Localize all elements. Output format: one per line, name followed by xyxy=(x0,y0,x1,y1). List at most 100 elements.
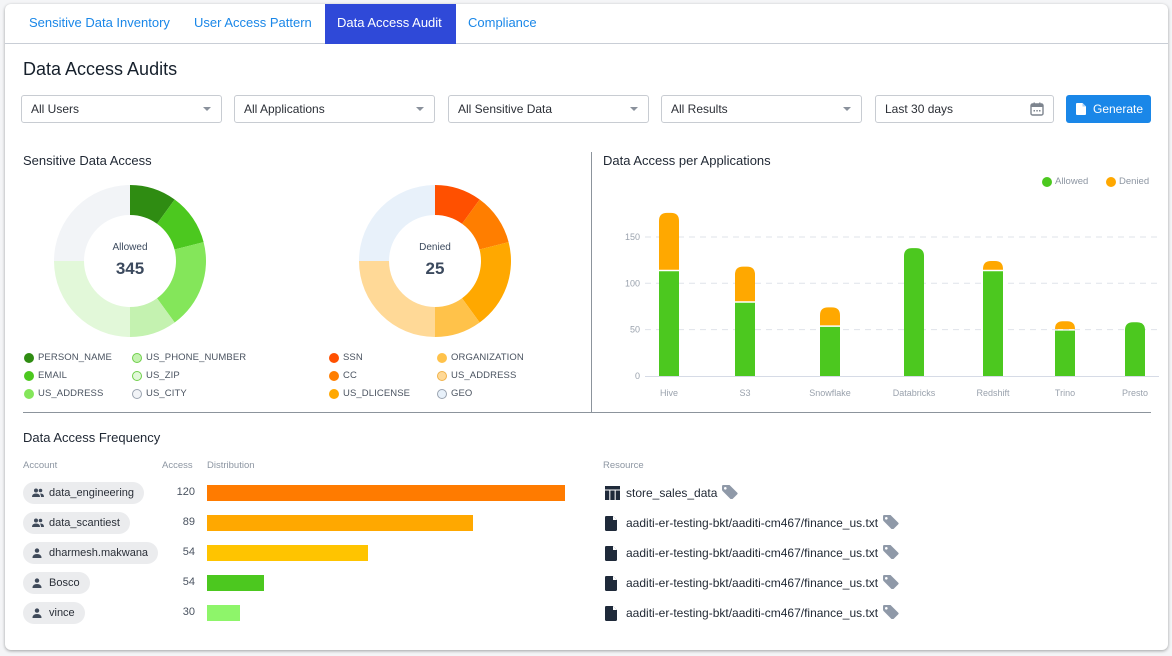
distribution-bar xyxy=(207,575,264,591)
sensitive-data-access-title: Sensitive Data Access xyxy=(23,153,152,168)
x-tick-label: Trino xyxy=(1055,388,1075,398)
bar-allowed-databricks[interactable] xyxy=(904,248,924,376)
bar-denied-hive[interactable] xyxy=(659,212,679,270)
user-icon xyxy=(32,608,42,618)
calendar-icon[interactable] xyxy=(1030,102,1044,116)
tab-compliance[interactable]: Compliance xyxy=(456,4,549,44)
y-tick-label: 150 xyxy=(625,232,640,242)
allowed-label: Allowed xyxy=(112,242,148,253)
legend-organization: ORGANIZATION xyxy=(437,352,524,364)
bar-allowed-hive[interactable] xyxy=(659,271,679,376)
bar-group-hive[interactable] xyxy=(659,212,679,376)
file-icon xyxy=(605,576,617,591)
results-select-value: All Results xyxy=(671,102,728,116)
date-range-picker[interactable]: Last 30 days xyxy=(875,95,1054,123)
bar-allowed-snowflake[interactable] xyxy=(820,326,840,376)
bar-group-s3[interactable] xyxy=(735,266,755,376)
tag-icon[interactable] xyxy=(883,575,899,590)
column-header-account: Account xyxy=(23,460,58,471)
date-range-value: Last 30 days xyxy=(885,102,954,116)
bar-allowed-presto[interactable] xyxy=(1125,322,1145,376)
legend-dot xyxy=(1042,177,1052,187)
legend-label: Allowed xyxy=(1055,176,1089,187)
document-icon xyxy=(1076,103,1086,115)
bar-denied-s3[interactable] xyxy=(735,266,755,302)
legend-label: US_PHONE_NUMBER xyxy=(146,352,247,363)
bar-group-databricks[interactable] xyxy=(904,248,924,376)
user-icon xyxy=(32,548,42,558)
tag-icon[interactable] xyxy=(883,605,899,620)
tag-icon[interactable] xyxy=(883,545,899,560)
bar-denied-redshift[interactable] xyxy=(983,261,1003,270)
tab-bar: Sensitive Data Inventory User Access Pat… xyxy=(5,4,1168,44)
bar-allowed-s3[interactable] xyxy=(735,302,755,376)
applications-select-value: All Applications xyxy=(244,102,325,116)
y-tick-label: 0 xyxy=(635,371,640,381)
tab-user-access-pattern[interactable]: User Access Pattern xyxy=(182,4,324,44)
resource-item[interactable]: aaditi-er-testing-bkt/aaditi-cm467/finan… xyxy=(605,575,899,591)
bar-allowed-trino[interactable] xyxy=(1055,330,1075,376)
y-tick-label: 50 xyxy=(630,325,640,335)
bar-group-snowflake[interactable] xyxy=(820,307,840,376)
tab-data-access-audit[interactable]: Data Access Audit xyxy=(325,4,456,44)
account-pill[interactable]: vince xyxy=(23,602,85,624)
user-icon xyxy=(32,578,42,588)
legend-dot xyxy=(437,389,447,399)
x-tick-label: Redshift xyxy=(976,388,1010,398)
legend-dot xyxy=(24,353,34,363)
sensitive-data-select[interactable]: All Sensitive Data xyxy=(448,95,649,123)
bar-denied-trino[interactable] xyxy=(1055,321,1075,330)
resource-item[interactable]: aaditi-er-testing-bkt/aaditi-cm467/finan… xyxy=(605,605,899,621)
legend-label: PERSON_NAME xyxy=(38,352,112,363)
users-select-value: All Users xyxy=(31,102,80,116)
account-name: Bosco xyxy=(49,577,80,589)
resource-item[interactable]: aaditi-er-testing-bkt/aaditi-cm467/finan… xyxy=(605,545,899,561)
legend-label: US_CITY xyxy=(146,388,187,399)
resource-name: aaditi-er-testing-bkt/aaditi-cm467/finan… xyxy=(626,606,879,620)
page-title: Data Access Audits xyxy=(23,59,178,79)
distribution-bar xyxy=(207,485,565,501)
bar-group-presto[interactable] xyxy=(1125,322,1145,376)
applications-select[interactable]: All Applications xyxy=(234,95,435,123)
legend-label: SSN xyxy=(343,352,363,363)
account-pill[interactable]: Bosco xyxy=(23,572,90,594)
account-pill[interactable]: data_engineering xyxy=(23,482,145,504)
denied-total: 25 xyxy=(425,259,445,278)
generate-label: Generate xyxy=(1093,102,1144,116)
legend-dot xyxy=(1106,177,1116,187)
resource-item[interactable]: aaditi-er-testing-bkt/aaditi-cm467/finan… xyxy=(605,515,899,531)
tab-sensitive-data-inventory[interactable]: Sensitive Data Inventory xyxy=(17,4,182,44)
denied-donut-center: Denied 25 xyxy=(390,242,480,279)
generate-button[interactable]: Generate xyxy=(1066,95,1151,123)
tag-icon[interactable] xyxy=(722,485,739,500)
legend-us-address-denied: US_ADDRESS xyxy=(437,370,516,382)
legend-dot xyxy=(329,389,339,399)
legend-label: GEO xyxy=(451,388,473,399)
access-count: 54 xyxy=(182,546,195,558)
access-count: 120 xyxy=(176,486,195,498)
legend-dot xyxy=(329,371,339,381)
audit-card: Sensitive Data Inventory User Access Pat… xyxy=(5,4,1168,650)
chevron-down-icon xyxy=(203,107,211,111)
legend-dot xyxy=(132,371,142,381)
account-pill[interactable]: dharmesh.makwana xyxy=(23,542,159,564)
bar-allowed-redshift[interactable] xyxy=(983,271,1003,376)
file-icon xyxy=(605,546,617,561)
resource-item[interactable]: store_sales_data xyxy=(605,485,739,501)
bar-group-redshift[interactable] xyxy=(983,261,1003,376)
bar-denied-snowflake[interactable] xyxy=(820,307,840,326)
y-tick-label: 100 xyxy=(625,278,640,288)
users-select[interactable]: All Users xyxy=(21,95,222,123)
account-name: vince xyxy=(49,607,75,619)
account-pill[interactable]: data_scantiest xyxy=(23,512,130,534)
legend-allowed: Allowed xyxy=(1042,176,1088,188)
distribution-bar xyxy=(207,515,473,531)
results-select[interactable]: All Results xyxy=(661,95,862,123)
resource-name: aaditi-er-testing-bkt/aaditi-cm467/finan… xyxy=(626,546,879,560)
access-count: 54 xyxy=(182,576,195,588)
legend-dot xyxy=(132,353,142,363)
horizontal-divider xyxy=(23,412,1151,413)
legend-person-name: PERSON_NAME xyxy=(24,352,112,364)
sensitive-data-select-value: All Sensitive Data xyxy=(458,102,553,116)
tag-icon[interactable] xyxy=(883,515,899,530)
